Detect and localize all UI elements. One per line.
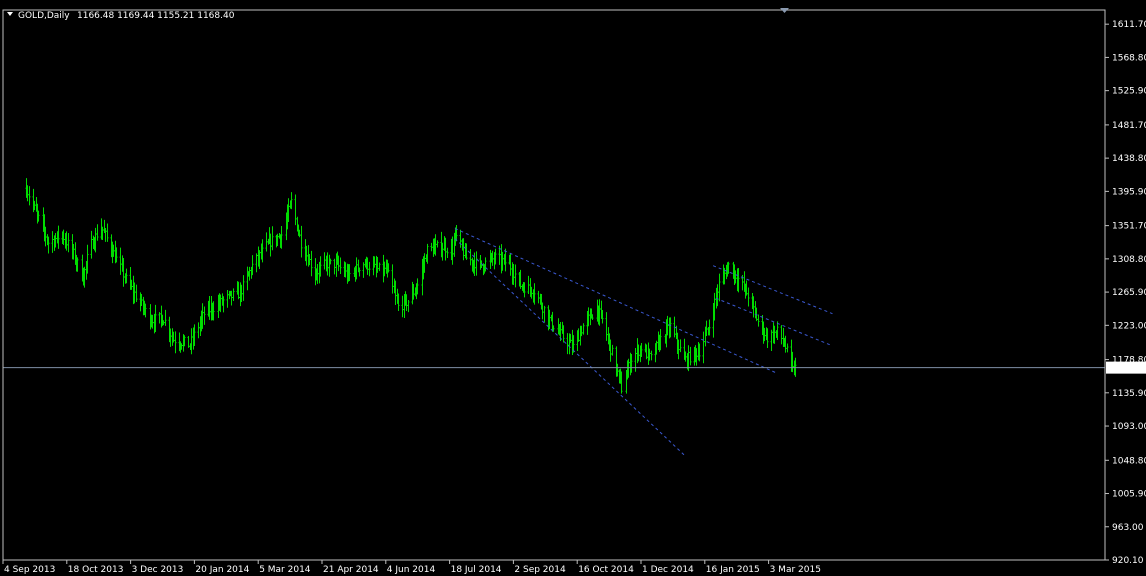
y-tick-label: 1611.70 (1112, 20, 1146, 30)
x-tick-label: 16 Oct 2014 (578, 565, 634, 575)
x-tick-label: 1 Dec 2014 (642, 565, 694, 575)
x-tick-label: 20 Jan 2014 (195, 565, 249, 575)
x-tick-label: 5 Mar 2014 (259, 565, 311, 575)
x-tick-label: 3 Mar 2015 (770, 565, 821, 575)
x-tick-label: 18 Oct 2013 (68, 565, 124, 575)
x-tick-label: 16 Jan 2015 (706, 565, 760, 575)
y-tick-label: 1568.80 (1112, 53, 1146, 63)
y-tick-label: 1005.90 (1112, 490, 1146, 500)
chart-background (0, 0, 1146, 576)
y-tick-label: 1395.90 (1112, 187, 1146, 197)
symbol-label: GOLD,Daily (18, 11, 70, 21)
chart-header: GOLD,Daily 1166.48 1169.44 1155.21 1168.… (7, 11, 235, 21)
x-tick-label: 2 Sep 2014 (514, 565, 566, 575)
chart-window[interactable]: 1611.70 1568.80 1525.90 1481.70 1438.80 1395.… (0, 0, 1146, 576)
y-tick-label: 1135.90 (1112, 389, 1146, 399)
y-tick-label: 920.10 (1112, 556, 1144, 566)
x-tick-label: 4 Jun 2014 (387, 565, 436, 575)
y-tick-label: 1525.90 (1112, 87, 1146, 97)
y-tick-label: 1308.80 (1112, 255, 1146, 265)
x-tick-label: 4 Sep 2013 (4, 565, 55, 575)
x-tick-label: 3 Dec 2013 (132, 565, 184, 575)
ohlc-values: 1166.48 1169.44 1155.21 1168.40 (77, 11, 235, 21)
x-tick-label: 18 Jul 2014 (451, 565, 502, 575)
current-price-label: 1168.40 (1106, 361, 1146, 374)
x-tick-label: 21 Apr 2014 (323, 565, 379, 575)
y-tick-label: 1093.00 (1112, 422, 1146, 432)
y-tick-label: 1438.80 (1112, 154, 1146, 164)
y-tick-label: 1265.90 (1112, 288, 1146, 298)
y-tick-label: 1481.70 (1112, 121, 1146, 131)
y-tick-label: 1048.80 (1112, 456, 1146, 466)
price-chart[interactable]: 1611.70 1568.80 1525.90 1481.70 1438.80 1395.… (0, 0, 1146, 576)
current-price-value: 1168.40 (1109, 364, 1146, 374)
y-tick-label: 963.00 (1112, 523, 1144, 533)
y-tick-label: 1351.70 (1112, 222, 1146, 232)
y-tick-label: 1223.00 (1112, 321, 1146, 331)
